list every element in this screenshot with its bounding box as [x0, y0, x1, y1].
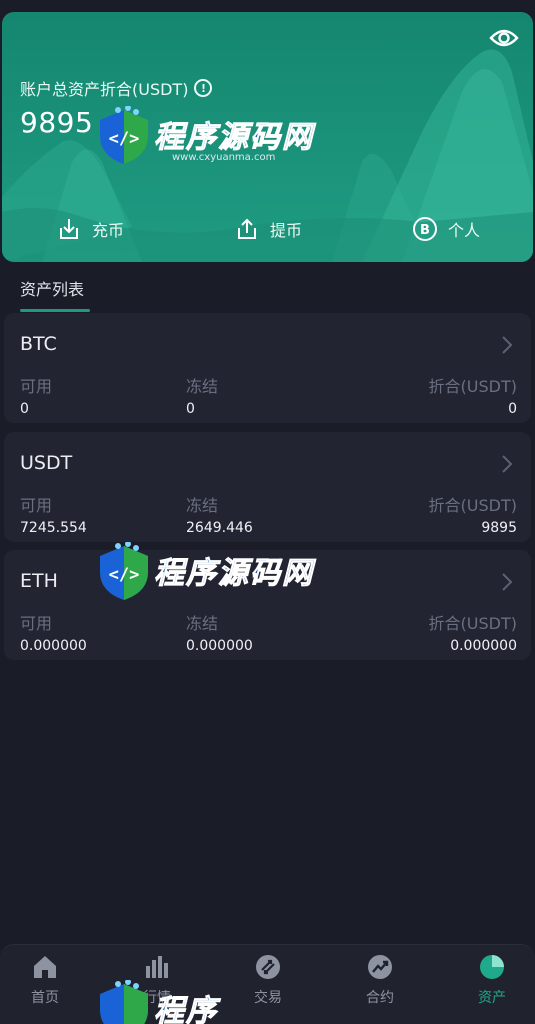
nav-contract[interactable]: 合约	[335, 953, 425, 1013]
frozen-label: 冻结	[186, 377, 219, 396]
total-assets-value: 9895	[20, 106, 94, 139]
asset-card-btc[interactable]: BTC 可用 冻结 折合(USDT) 0 0 0	[4, 313, 531, 423]
available-value: 7245.554	[20, 520, 87, 536]
available-label: 可用	[20, 377, 53, 396]
personal-button[interactable]: B 个人	[412, 216, 480, 242]
chart-bars-icon	[146, 956, 168, 978]
deposit-icon	[60, 219, 78, 239]
bitcoin-icon: B	[413, 217, 437, 241]
tab-active-indicator	[20, 309, 90, 312]
withdraw-icon	[238, 218, 256, 239]
frozen-value: 0	[186, 401, 195, 417]
info-icon[interactable]: !	[194, 79, 213, 97]
nav-market[interactable]: 行情	[112, 953, 202, 1013]
personal-label: 个人	[448, 221, 481, 240]
deposit-button[interactable]: 充币	[56, 216, 124, 242]
eye-icon[interactable]	[489, 26, 519, 50]
frozen-value: 2649.446	[186, 520, 253, 536]
bottom-nav: 首页 行情 交易 合约 资产	[0, 944, 535, 1024]
nav-home[interactable]: 首页	[0, 953, 90, 1013]
exchange-icon	[256, 955, 280, 979]
nav-assets-label: 资产	[478, 990, 506, 1006]
usdt-value: 0.000000	[450, 638, 517, 654]
home-icon	[34, 956, 56, 978]
nav-contract-label: 合约	[366, 990, 394, 1006]
frozen-value: 0.000000	[186, 638, 253, 654]
value-label: 折合(USDT)	[428, 377, 517, 396]
withdraw-button[interactable]: 提币	[234, 216, 302, 242]
available-value: 0	[20, 401, 29, 417]
nav-trade[interactable]: 交易	[223, 953, 313, 1013]
assets-page: 账户总资产折合(USDT) ! 9895 充币 提币 B 个人 资产列表 BTC…	[0, 0, 535, 1024]
nav-market-label: 行情	[143, 990, 171, 1006]
deposit-label: 充币	[92, 221, 125, 240]
total-assets-title: 账户总资产折合(USDT) !	[20, 76, 213, 100]
total-assets-card: 账户总资产折合(USDT) ! 9895 充币 提币 B 个人	[2, 12, 533, 262]
asset-name: USDT	[20, 452, 73, 474]
frozen-label: 冻结	[186, 496, 219, 515]
withdraw-label: 提币	[270, 221, 303, 240]
pie-icon	[480, 955, 504, 979]
tab-asset-list[interactable]: 资产列表	[20, 276, 84, 300]
chevron-right-icon	[502, 455, 513, 473]
nav-assets[interactable]: 资产	[447, 953, 535, 1013]
trend-icon	[368, 955, 392, 979]
available-label: 可用	[20, 614, 53, 633]
nav-home-label: 首页	[31, 990, 59, 1006]
nav-trade-label: 交易	[254, 990, 282, 1006]
chevron-right-icon	[502, 336, 513, 354]
available-label: 可用	[20, 496, 53, 515]
asset-card-eth[interactable]: ETH 可用 冻结 折合(USDT) 0.000000 0.000000 0.0…	[4, 550, 531, 660]
chevron-right-icon	[502, 573, 513, 591]
asset-card-usdt[interactable]: USDT 可用 冻结 折合(USDT) 7245.554 2649.446 98…	[4, 432, 531, 542]
total-assets-label: 账户总资产折合(USDT)	[20, 80, 189, 99]
frozen-label: 冻结	[186, 614, 219, 633]
available-value: 0.000000	[20, 638, 87, 654]
svg-text:B: B	[420, 223, 430, 238]
asset-actions: 充币 提币 B 个人	[2, 216, 533, 252]
asset-name: BTC	[20, 333, 57, 355]
asset-name: ETH	[20, 570, 58, 592]
usdt-value: 0	[508, 401, 517, 417]
value-label: 折合(USDT)	[428, 496, 517, 515]
value-label: 折合(USDT)	[428, 614, 517, 633]
usdt-value: 9895	[481, 520, 517, 536]
